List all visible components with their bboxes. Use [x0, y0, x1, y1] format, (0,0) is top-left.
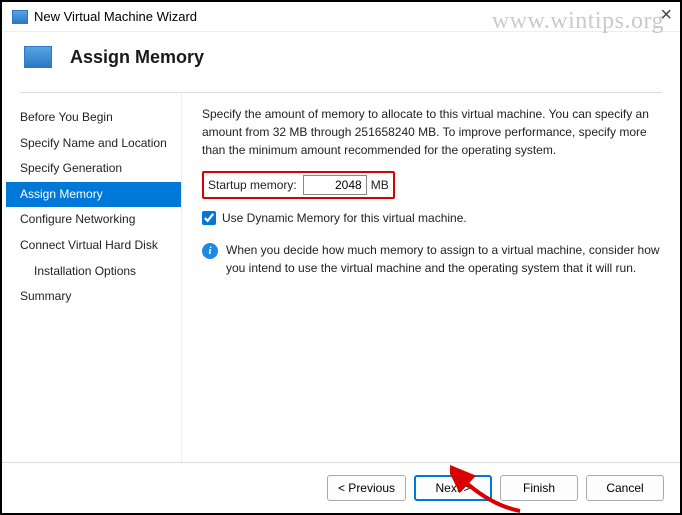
startup-memory-input[interactable]	[303, 175, 367, 195]
wizard-content: Specify the amount of memory to allocate…	[182, 93, 680, 465]
cancel-button[interactable]: Cancel	[586, 475, 664, 501]
step-assign-memory[interactable]: Assign Memory	[6, 182, 181, 208]
step-connect-vhd[interactable]: Connect Virtual Hard Disk	[6, 233, 181, 259]
wizard-steps: Before You Begin Specify Name and Locati…	[6, 93, 182, 465]
step-installation-options[interactable]: Installation Options	[6, 259, 181, 285]
titlebar: New Virtual Machine Wizard	[2, 2, 680, 32]
step-specify-generation[interactable]: Specify Generation	[6, 156, 181, 182]
dynamic-memory-row: Use Dynamic Memory for this virtual mach…	[202, 209, 660, 227]
info-icon: i	[202, 243, 218, 259]
step-specify-name[interactable]: Specify Name and Location	[6, 131, 181, 157]
previous-button[interactable]: < Previous	[327, 475, 406, 501]
app-icon	[12, 10, 28, 24]
step-summary[interactable]: Summary	[6, 284, 181, 310]
step-before-you-begin[interactable]: Before You Begin	[6, 105, 181, 131]
startup-memory-label: Startup memory:	[208, 176, 297, 194]
window-title: New Virtual Machine Wizard	[34, 9, 197, 24]
dynamic-memory-checkbox[interactable]	[202, 211, 216, 225]
dynamic-memory-label: Use Dynamic Memory for this virtual mach…	[222, 209, 467, 227]
step-configure-networking[interactable]: Configure Networking	[6, 207, 181, 233]
info-text: When you decide how much memory to assig…	[226, 241, 660, 277]
wizard-icon	[24, 46, 52, 68]
close-icon[interactable]: ×	[660, 4, 672, 27]
startup-memory-row: Startup memory: MB	[202, 171, 395, 199]
finish-button[interactable]: Finish	[500, 475, 578, 501]
description-text: Specify the amount of memory to allocate…	[202, 105, 660, 159]
wizard-header: Assign Memory	[2, 32, 680, 92]
info-row: i When you decide how much memory to ass…	[202, 241, 660, 277]
page-title: Assign Memory	[70, 47, 204, 68]
next-button[interactable]: Next >	[414, 475, 492, 501]
wizard-footer: < Previous Next > Finish Cancel	[2, 462, 680, 513]
memory-unit: MB	[371, 176, 389, 194]
